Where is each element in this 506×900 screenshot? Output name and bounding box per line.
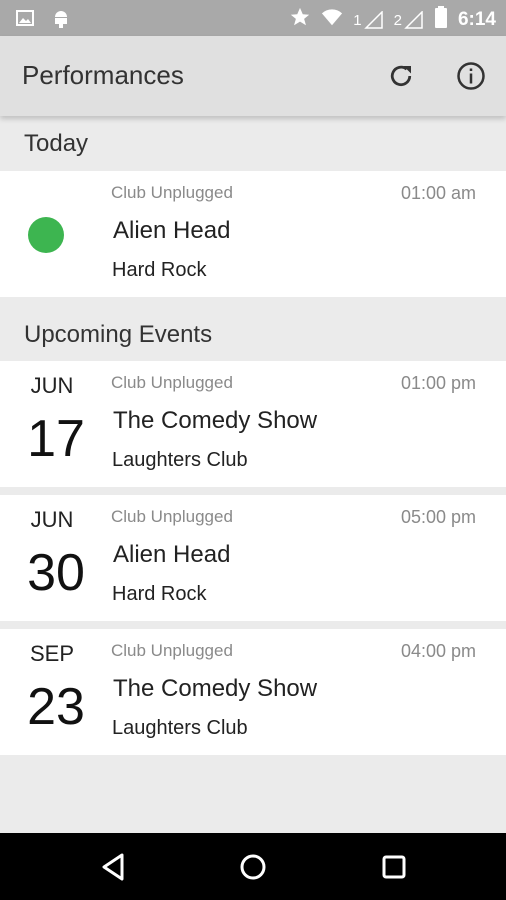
event-day: 23 [27,678,85,736]
home-button[interactable] [237,851,269,883]
event-day: 17 [27,410,85,468]
refresh-icon [390,65,412,87]
star-icon [289,6,311,33]
back-button[interactable] [98,851,130,883]
event-title: Alien Head [113,541,231,568]
info-button[interactable] [453,58,489,94]
event-card[interactable]: Club Unplugged 01:00 am Alien Head Hard … [0,171,506,297]
wifi-icon [321,7,343,32]
event-time: 01:00 pm [400,373,476,393]
event-place: Hard Rock [112,583,207,605]
event-place: Laughters Club [112,449,248,471]
recents-button[interactable] [378,851,410,883]
event-venue: Club Unplugged [111,507,233,526]
event-title: Alien Head [113,217,231,244]
system-nav-bar [0,833,506,900]
event-venue: Club Unplugged [111,373,233,392]
event-month: SEP [29,641,75,666]
event-title: The Comedy Show [113,407,318,434]
event-time: 01:00 am [400,183,476,203]
refresh-button[interactable] [383,58,419,94]
event-place: Hard Rock [112,259,207,281]
page-title: Performances [22,60,184,90]
sim2-signal: 2 [393,10,424,29]
app-bar: Performances [0,36,506,116]
back-icon [102,853,124,881]
battery-icon [434,6,448,33]
event-time: 04:00 pm [400,641,476,661]
image-notification-icon [16,9,34,32]
status-bar: 1 2 6:14 [0,0,506,36]
event-month: JUN [30,373,74,398]
event-time: 05:00 pm [400,507,476,527]
event-card[interactable]: SEP 23 Club Unplugged 04:00 pm The Comed… [0,629,506,755]
event-title: The Comedy Show [113,675,318,702]
info-icon [457,62,485,90]
event-card[interactable]: JUN 30 Club Unplugged 05:00 pm Alien Hea… [0,495,506,621]
sim1-signal: 1 [353,10,383,29]
live-status-dot [28,217,64,253]
sim2-label: 2 [393,11,402,29]
sim1-label: 1 [353,11,362,29]
event-month: JUN [30,507,74,532]
home-icon [240,854,266,880]
section-title: Upcoming Events [24,321,213,348]
event-venue: Club Unplugged [111,183,233,202]
signal-icon [404,10,423,29]
event-place: Laughters Club [112,717,248,739]
section-header-today: Today [0,118,506,170]
section-title: Today [24,130,89,157]
event-day: 30 [27,544,85,602]
event-venue: Club Unplugged [111,641,233,660]
event-card[interactable]: JUN 17 Club Unplugged 01:00 pm The Comed… [0,361,506,487]
section-header-upcoming: Upcoming Events [0,309,506,361]
clock: 6:14 [457,8,496,30]
recents-icon [382,855,406,879]
status-right-icons: 1 2 6:14 [289,6,496,33]
android-notification-icon [52,8,70,33]
status-left-icons [16,8,70,33]
signal-icon [363,10,383,29]
